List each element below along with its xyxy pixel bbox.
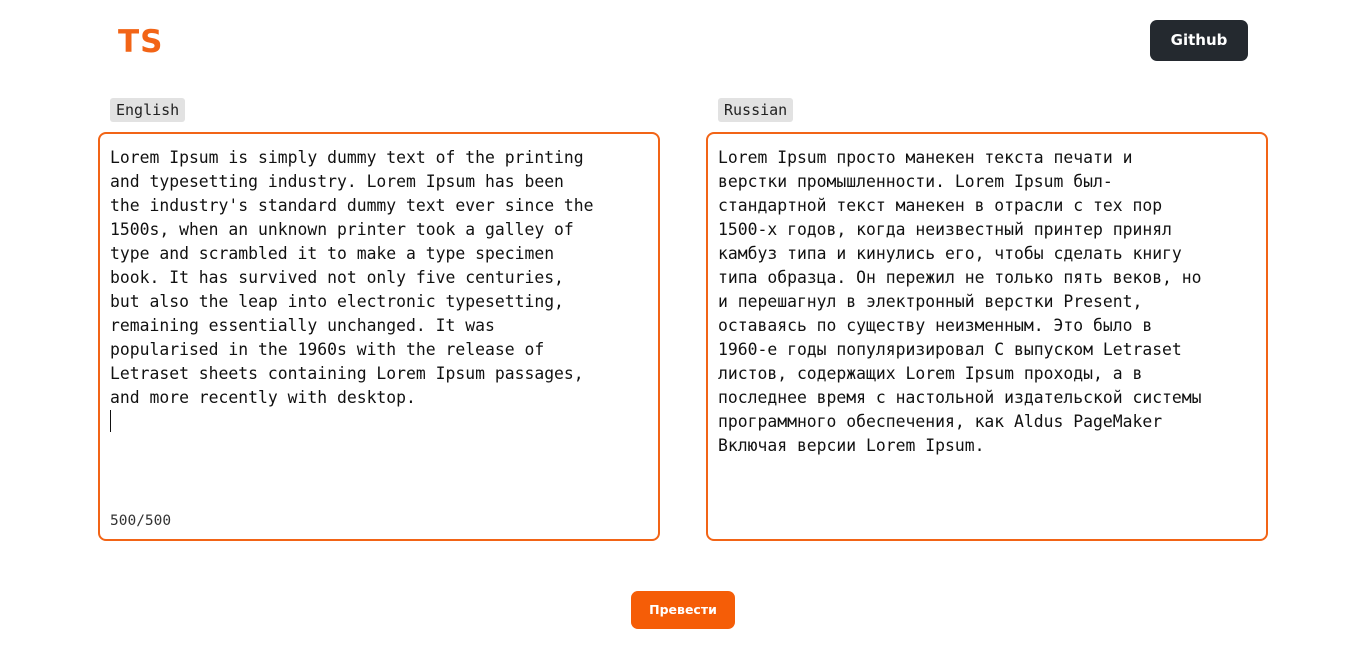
source-text[interactable]: Lorem Ipsum is simply dummy text of the … bbox=[110, 146, 646, 410]
text-cursor bbox=[110, 410, 111, 432]
character-counter: 500/500 bbox=[110, 513, 172, 529]
target-language-label: Russian bbox=[718, 98, 794, 122]
translation-output-area: Lorem Ipsum просто манекен текста печати… bbox=[706, 132, 1268, 541]
translated-text: Lorem Ipsum просто манекен текста печати… bbox=[718, 148, 1202, 455]
github-button[interactable]: Github bbox=[1150, 20, 1248, 61]
app-logo: TS bbox=[118, 24, 164, 60]
translate-button[interactable]: Превести bbox=[631, 591, 735, 629]
source-text-area[interactable]: Lorem Ipsum is simply dummy text of the … bbox=[98, 132, 660, 541]
source-language-label: English bbox=[110, 98, 186, 122]
